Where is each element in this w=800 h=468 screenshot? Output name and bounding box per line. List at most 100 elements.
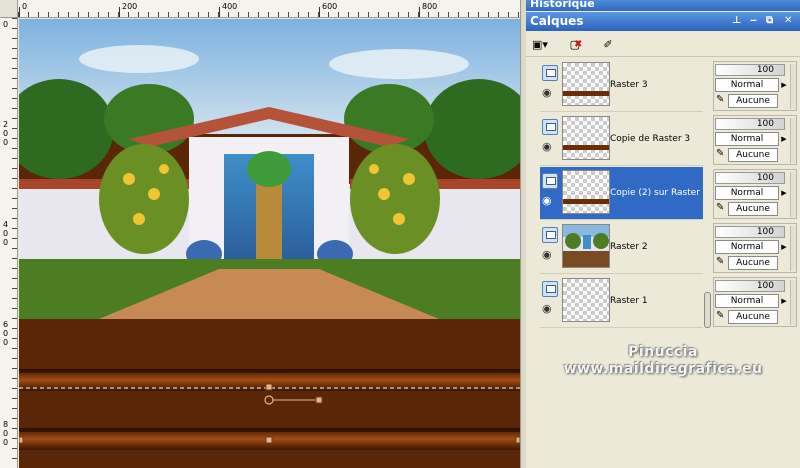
blend-mode-select[interactable]: Normal [715, 294, 779, 308]
layer-properties: 100 Normal ▶ ✎ Aucune [713, 169, 797, 219]
layer-properties-column: 100 Normal ▶ ✎ Aucune 100 Normal ▶ ✎ Auc… [711, 57, 800, 468]
layer-name: Copie (2) sur Raster 3 [610, 188, 709, 198]
group-mask-field[interactable]: Aucune [728, 202, 778, 216]
opacity-slider[interactable]: 100 [715, 118, 785, 130]
ruler-label: 200 [122, 2, 138, 11]
restore-icon[interactable]: ⧉ [766, 15, 773, 26]
layer-thumbnail [562, 170, 610, 214]
ruler-ticks [12, 18, 17, 468]
ruler-label: 600 [2, 320, 9, 347]
opacity-slider[interactable]: 100 [715, 64, 785, 76]
pin-icon[interactable]: ⊥ [732, 15, 741, 26]
minimize-icon[interactable]: ‒ [750, 15, 757, 26]
layer-properties: 100 Normal ▶ ✎ Aucune [713, 61, 797, 111]
splitter-grip[interactable] [704, 292, 711, 328]
delete-layer-icon[interactable]: ▢ ✖ [566, 35, 586, 53]
row-scrollbar[interactable] [790, 226, 796, 271]
ruler-ticks [18, 12, 524, 17]
layer-row[interactable]: ◉ Raster 1 [540, 275, 704, 328]
brush-icon: ✎ [716, 202, 725, 213]
row-scrollbar[interactable] [790, 64, 796, 109]
ruler-major-tick [319, 7, 320, 17]
group-mask-field[interactable]: Aucune [728, 94, 778, 108]
close-icon[interactable]: ✕ [784, 15, 792, 26]
ruler-label: 800 [2, 420, 9, 447]
layer-properties: 100 Normal ▶ ✎ Aucune [713, 115, 797, 165]
layer-type-icon [542, 281, 558, 297]
ruler-label: 0 [2, 20, 9, 29]
history-panel-title[interactable]: Historique [526, 0, 800, 11]
horizontal-ruler: 0 200 400 600 800 [0, 0, 524, 18]
opacity-slider[interactable]: 100 [715, 172, 785, 184]
layer-name: Raster 1 [610, 296, 648, 306]
layers-list: ◉ Raster 3 ◉ Copie de Raster 3 ◉ Copie (… [526, 57, 709, 468]
visibility-eye-icon[interactable]: ◉ [542, 195, 552, 207]
ruler-label: 0 [22, 2, 28, 11]
blend-mode-select[interactable]: Normal [715, 186, 779, 200]
layer-row-selected[interactable]: ◉ Copie (2) sur Raster 3 [540, 167, 709, 220]
layer-row[interactable]: ◉ Raster 2 [540, 221, 704, 274]
brush-icon: ✎ [716, 94, 725, 105]
brush-icon: ✎ [716, 310, 725, 321]
group-mask-field[interactable]: Aucune [728, 256, 778, 270]
layer-type-icon [542, 65, 558, 81]
ruler-corner [0, 0, 18, 17]
brush-icon: ✎ [716, 148, 725, 159]
new-layer-icon[interactable]: ▣▾ [530, 35, 550, 53]
layer-type-icon [542, 227, 558, 243]
ruler-label: 200 [2, 120, 9, 147]
opacity-slider[interactable]: 100 [715, 280, 785, 292]
ruler-label: 800 [422, 2, 438, 11]
visibility-eye-icon[interactable]: ◉ [542, 303, 552, 315]
dropdown-arrow-icon[interactable]: ▶ [780, 186, 788, 200]
layer-properties: 100 Normal ▶ ✎ Aucune [713, 277, 797, 327]
layer-properties-icon[interactable]: ✐ [598, 35, 618, 53]
ruler-label: 600 [322, 2, 338, 11]
layer-type-icon [542, 119, 558, 135]
image-canvas[interactable] [19, 19, 520, 468]
blend-mode-select[interactable]: Normal [715, 78, 779, 92]
watermark-author: Pinuccia [628, 344, 698, 360]
layer-name: Raster 3 [610, 80, 648, 90]
visibility-eye-icon[interactable]: ◉ [542, 249, 552, 261]
blend-mode-select[interactable]: Normal [715, 240, 779, 254]
blend-mode-select[interactable]: Normal [715, 132, 779, 146]
layer-name: Raster 2 [610, 242, 648, 252]
layer-properties: 100 Normal ▶ ✎ Aucune [713, 223, 797, 273]
dropdown-arrow-icon[interactable]: ▶ [780, 132, 788, 146]
ruler-major-tick [119, 7, 120, 17]
row-scrollbar[interactable] [790, 172, 796, 217]
panel-splitter[interactable] [703, 57, 711, 468]
ruler-major-tick [219, 7, 220, 17]
dropdown-arrow-icon[interactable]: ▶ [780, 294, 788, 308]
layer-row[interactable]: ◉ Raster 3 [540, 59, 704, 112]
ruler-major-tick [419, 7, 420, 17]
brush-icon: ✎ [716, 256, 725, 267]
group-mask-field[interactable]: Aucune [728, 148, 778, 162]
opacity-slider[interactable]: 100 [715, 226, 785, 238]
visibility-eye-icon[interactable]: ◉ [542, 141, 552, 153]
layer-name: Copie de Raster 3 [610, 134, 691, 144]
vertical-ruler: 0 200 400 600 800 [0, 18, 18, 468]
watermark: Pinuccia www.maildiregrafica.eu [526, 344, 800, 378]
layer-thumbnail [562, 278, 610, 322]
visibility-eye-icon[interactable]: ◉ [542, 87, 552, 99]
canvas-artwork [19, 19, 520, 468]
dropdown-arrow-icon[interactable]: ▶ [780, 240, 788, 254]
dropdown-arrow-icon[interactable]: ▶ [780, 78, 788, 92]
row-scrollbar[interactable] [790, 280, 796, 325]
ruler-major-tick [19, 7, 20, 17]
layers-panel-title[interactable]: Calques ⊥ ‒ ⧉ ✕ [526, 12, 800, 31]
layer-thumbnail [562, 224, 610, 268]
row-scrollbar[interactable] [790, 118, 796, 163]
layer-thumbnail [562, 62, 610, 106]
watermark-url: www.maildiregrafica.eu [563, 361, 763, 377]
layers-toolbar: ▣▾ ▢ ✖ ✐ [526, 31, 800, 57]
layers-panel-title-text: Calques [530, 14, 584, 28]
layer-type-icon [542, 173, 558, 189]
layer-row[interactable]: ◉ Copie de Raster 3 [540, 113, 704, 166]
layer-thumbnail [562, 116, 610, 160]
ruler-label: 400 [2, 220, 9, 247]
group-mask-field[interactable]: Aucune [728, 310, 778, 324]
ruler-label: 400 [222, 2, 238, 11]
